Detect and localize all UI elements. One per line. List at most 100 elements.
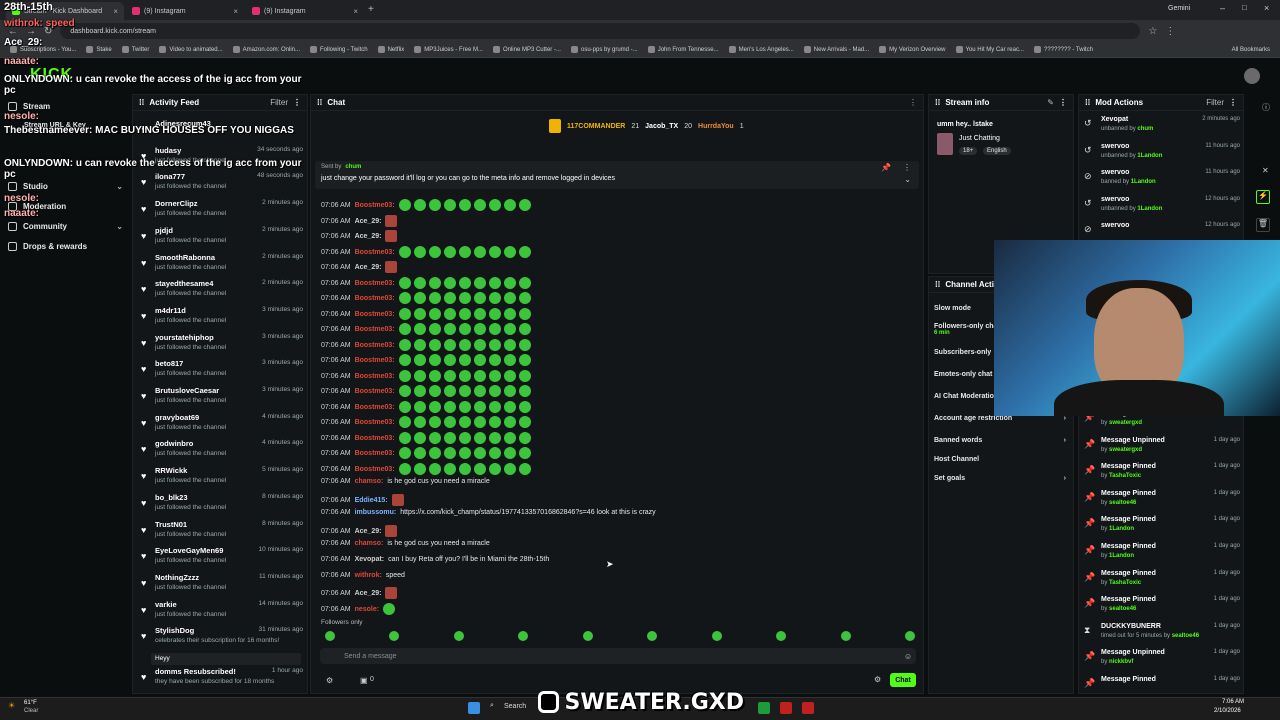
chat-username[interactable]: imbussomu: (355, 509, 397, 516)
chat-message[interactable]: 07:06 AM Ace_29: (321, 261, 398, 273)
chat-username[interactable]: Ace_29: (355, 590, 382, 597)
chat-message[interactable]: 07:06 AM Boostme03: (321, 323, 531, 335)
drag-handle-icon[interactable]: ⁞⁞ (935, 280, 940, 289)
app-icon[interactable] (758, 702, 770, 714)
close-window-icon[interactable]: × (1264, 3, 1269, 13)
mod-action-item[interactable]: 📌 Message Unpinned by nickkbvf 1 day ago (1084, 649, 1240, 675)
channel-action-item[interactable]: Set goals › (934, 475, 1070, 482)
chat-username[interactable]: Boostme03: (355, 388, 395, 395)
more-options-icon[interactable]: ⋮ (293, 98, 301, 107)
chat-message[interactable]: 07:06 AM chamso: is he god cus you need a … (321, 540, 490, 547)
activity-filter-button[interactable]: Filter (270, 98, 288, 107)
chat-username[interactable]: Boostme03: (355, 280, 395, 287)
chat-username[interactable]: Boostme03: (355, 466, 395, 473)
top-user-1[interactable]: 117COMMANDER (567, 123, 625, 130)
nav-item-community[interactable]: Community ⌄ (8, 222, 123, 231)
chat-message[interactable]: 07:06 AM Boostme03: (321, 447, 531, 459)
tab-instagram-1[interactable]: (9) Instagram × (126, 2, 244, 20)
chat-message[interactable]: 07:06 AM Ace_29: (321, 587, 398, 599)
maximize-icon[interactable]: □ (1242, 3, 1247, 12)
emote-icon[interactable] (325, 631, 335, 641)
chat-username[interactable]: Ace_29: (355, 528, 382, 535)
clock-date[interactable]: 2/10/2026 (1214, 708, 1241, 714)
chat-username[interactable]: Boostme03: (355, 326, 395, 333)
emote-icon[interactable] (840, 631, 851, 641)
emote-icon[interactable] (582, 631, 593, 641)
settings-icon[interactable]: ⚙ (326, 676, 333, 685)
bookmark-item[interactable]: Twitter (121, 46, 149, 53)
chat-username[interactable]: Boostme03: (355, 404, 395, 411)
chat-username[interactable]: Ace_29: (355, 218, 382, 225)
more-options-icon[interactable]: ⋮ (909, 98, 917, 107)
bookmark-item[interactable]: You Hit My Car reac... (955, 46, 1024, 53)
trash-icon[interactable]: 🗑 (1256, 218, 1270, 232)
chat-message[interactable]: 07:06 AM Ace_29: (321, 230, 398, 242)
mod-action-item[interactable]: 📌 Message Pinned by TashaToxic 1 day ago (1084, 570, 1240, 596)
bookmark-item[interactable]: Netflix (377, 46, 404, 53)
more-options-icon[interactable]: ⋮ (1059, 98, 1067, 107)
bookmark-item[interactable]: Amazon.com: Onlin... (232, 46, 300, 53)
chat-username[interactable]: Xevopat: (355, 556, 385, 563)
nav-item-stream[interactable]: Stream (8, 102, 123, 111)
activity-item[interactable]: ♥ BrutusloveCaesar just followed the chann… (139, 386, 305, 412)
chat-username[interactable]: Ace_29: (355, 264, 382, 271)
pinned-user[interactable]: chum (345, 164, 361, 170)
channel-action-item[interactable]: Account age restriction › (934, 415, 1070, 422)
bookmark-item[interactable]: Men's Los Angeles... (728, 46, 794, 53)
chat-username[interactable]: Boostme03: (355, 435, 395, 442)
chat-message[interactable]: 07:06 AM withrok: speed (321, 572, 405, 579)
chat-message[interactable]: 07:06 AM Boostme03: (321, 370, 531, 382)
chat-username[interactable]: nesole: (355, 606, 380, 613)
mod-action-item[interactable]: 📌 Message Unpinned by sweatergxd 1 day ago (1084, 437, 1240, 463)
mod-filter-button[interactable]: Filter (1206, 98, 1224, 107)
url-input[interactable]: dashboard.kick.com/stream (60, 23, 1141, 39)
chat-message[interactable]: 07:06 AM Ace_29: (321, 215, 398, 227)
activity-item[interactable]: ♥ stayedthesame4 just followed the channel… (139, 279, 305, 305)
emote-icon[interactable] (711, 631, 722, 641)
activity-item[interactable]: ♥ godwinbro just followed the channel 4 min… (139, 439, 305, 465)
chat-username[interactable]: chamso: (355, 478, 384, 485)
chat-message[interactable]: 07:06 AM Boostme03: (321, 199, 531, 211)
info-icon[interactable]: ⓘ (1262, 102, 1270, 113)
gift-icon[interactable]: ▣ (360, 676, 368, 685)
chat-message[interactable]: 07:06 AM Boostme03: (321, 463, 531, 475)
weather-temp[interactable]: 61°F (24, 700, 37, 706)
close-tab-icon[interactable]: × (353, 7, 358, 16)
chat-username[interactable]: chamso: (355, 540, 384, 547)
bookmark-item[interactable]: Online MP3 Cutter -... (492, 46, 561, 53)
activity-item[interactable]: ♥ domms Resubscribed! they have been subsc… (139, 667, 305, 693)
chat-message[interactable]: 07:06 AM Boostme03: (321, 385, 531, 397)
clock-time[interactable]: 7:06 AM (1222, 699, 1244, 705)
drag-handle-icon[interactable]: ⁞⁞ (1085, 98, 1090, 107)
emote-icon[interactable] (647, 631, 658, 641)
chevron-down-icon[interactable]: ⌄ (904, 175, 911, 184)
chat-username[interactable]: Boostme03: (355, 295, 395, 302)
nav-item-studio[interactable]: Studio ⌄ (8, 182, 123, 191)
bookmark-item[interactable]: MP3Juices - Free M... (414, 46, 483, 53)
chat-username[interactable]: Boostme03: (355, 373, 395, 380)
edit-icon[interactable]: ✎ (1047, 98, 1054, 107)
activity-item[interactable]: ♥ bo_blk23 just followed the channel 8 minu… (139, 493, 305, 519)
bookmark-item[interactable]: New Arrivals - Mad... (803, 46, 869, 53)
chat-message[interactable]: 07:06 AM Ace_29: (321, 525, 398, 537)
chat-message[interactable]: 07:06 AM Boostme03: (321, 401, 531, 413)
chat-message[interactable]: 07:06 AM Xevopat: can I buy Reta off you? … (321, 556, 549, 563)
mod-action-item[interactable]: 📌 Message Pinned by 1Landon 1 day ago (1084, 543, 1240, 569)
chat-username[interactable]: Boostme03: (355, 357, 395, 364)
channel-action-item[interactable]: Banned words › (934, 437, 1070, 444)
mod-action-item[interactable]: ↺ Xevopat unbanned by chum 2 minutes ago (1084, 116, 1240, 142)
chat-settings-icon[interactable]: ⚙ (874, 675, 881, 684)
mod-action-item[interactable]: 📌 Message Pinned by TashaToxic 1 day ago (1084, 463, 1240, 489)
mod-action-item[interactable]: ↺ swervoo unbanned by 1Landon 12 hours ago (1084, 196, 1240, 222)
lightning-icon[interactable]: ⚡ (1256, 190, 1270, 204)
chat-message[interactable]: 07:06 AM imbussomu: https://x.com/kick_cha… (321, 509, 656, 516)
app-icon[interactable] (802, 702, 814, 714)
chat-message[interactable]: 07:06 AM Boostme03: (321, 246, 531, 258)
bookmark-item[interactable]: Following - Twitch (310, 46, 368, 53)
more-options-icon[interactable]: ⋮ (903, 163, 911, 172)
stream-category[interactable]: Just Chatting (959, 135, 1000, 142)
chat-message[interactable]: 07:06 AM Boostme03: (321, 354, 531, 366)
chat-message[interactable]: 07:06 AM Boostme03: (321, 292, 531, 304)
app-icon[interactable] (780, 702, 792, 714)
top-user-2[interactable]: Jacob_TX (645, 123, 678, 130)
